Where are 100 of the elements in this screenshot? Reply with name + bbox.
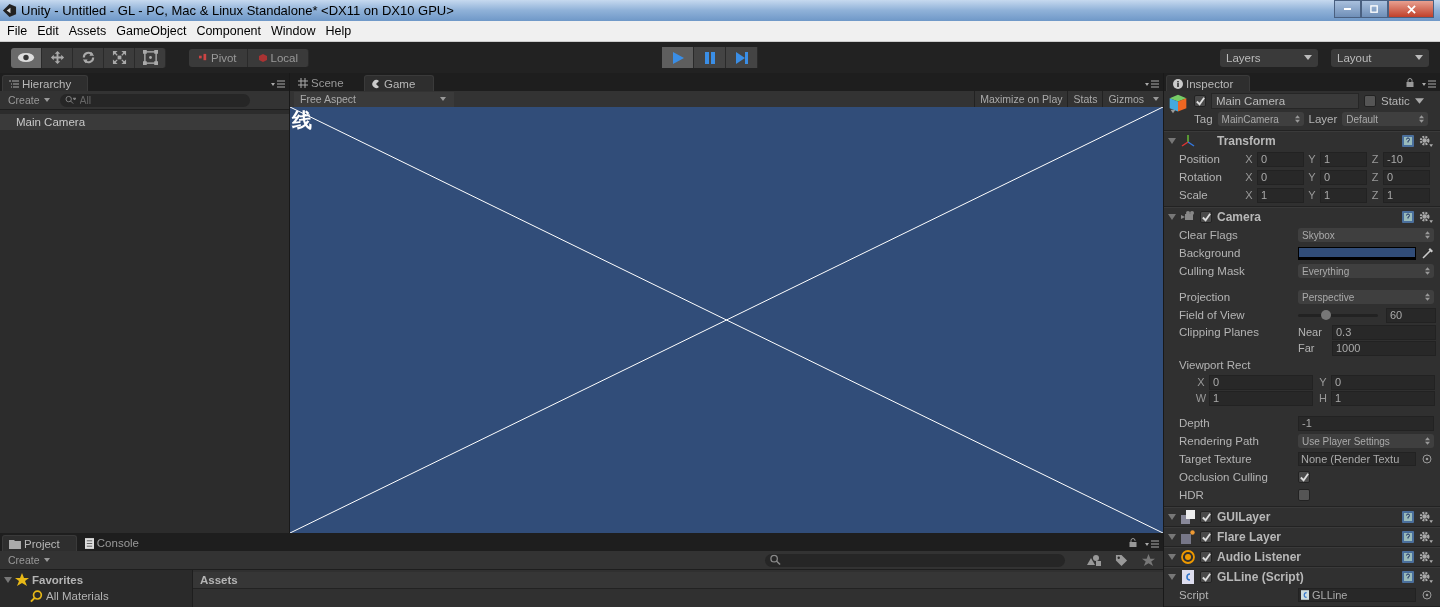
tag-dropdown[interactable]: MainCamera <box>1217 112 1304 126</box>
inspector-tab[interactable]: Inspector <box>1166 75 1251 91</box>
component-header[interactable]: Audio Listener <box>1164 547 1440 566</box>
favorites-search-item[interactable]: All Materials <box>46 590 109 602</box>
gear-icon[interactable] <box>1419 510 1434 524</box>
number-field[interactable]: 0.3 <box>1332 324 1436 340</box>
search-field[interactable] <box>765 553 1065 567</box>
search-field[interactable]: All <box>59 93 250 107</box>
menu-item[interactable]: GameObject <box>111 24 192 38</box>
minimize-button[interactable] <box>1334 0 1361 18</box>
tool-button[interactable] <box>11 47 42 68</box>
menu-item[interactable]: Edit <box>32 24 64 38</box>
component-header[interactable]: GLLine (Script) <box>1164 567 1440 586</box>
console-tab[interactable]: Console <box>78 535 155 551</box>
hierarchy-tab[interactable]: Hierarchy <box>2 75 89 91</box>
panel-menu-icon[interactable] <box>271 80 285 88</box>
shapes-filter-icon[interactable] <box>1087 554 1101 566</box>
local-button[interactable]: Local <box>247 48 310 67</box>
slider-thumb[interactable] <box>1321 309 1331 320</box>
number-field[interactable]: 60 <box>1386 307 1436 323</box>
property-dropdown[interactable]: Perspective <box>1298 290 1434 304</box>
number-field[interactable]: 1 <box>1320 151 1367 167</box>
number-field[interactable]: 1000 <box>1332 340 1436 356</box>
help-book-icon[interactable] <box>1402 511 1414 523</box>
number-field[interactable]: 1 <box>1383 187 1430 203</box>
component-checkbox[interactable] <box>1200 531 1212 543</box>
scene-tab[interactable]: Scene <box>292 75 362 91</box>
playback-button[interactable] <box>662 47 695 68</box>
game-tab[interactable]: Game <box>364 75 434 91</box>
number-field[interactable]: 0 <box>1383 169 1430 185</box>
number-field[interactable]: 0 <box>1257 151 1304 167</box>
maximize-button[interactable] <box>1361 0 1388 18</box>
menu-item[interactable]: File <box>2 24 33 38</box>
component-header[interactable]: GUILayer <box>1164 507 1440 526</box>
gear-icon[interactable] <box>1419 570 1434 584</box>
number-field[interactable]: 0 <box>1320 169 1367 185</box>
number-field[interactable]: 1 <box>1320 187 1367 203</box>
component-checkbox[interactable] <box>1200 571 1212 583</box>
help-book-icon[interactable] <box>1402 571 1414 583</box>
component-checkbox[interactable] <box>1200 211 1212 223</box>
property-checkbox[interactable] <box>1298 471 1310 483</box>
pivot-button[interactable]: Pivot <box>189 48 248 67</box>
layer-dropdown[interactable]: Default <box>1342 112 1429 126</box>
tool-button[interactable] <box>104 47 135 68</box>
number-field[interactable]: 0 <box>1257 169 1304 185</box>
layout-dropdown[interactable]: Layout <box>1331 48 1429 67</box>
component-header[interactable]: Camera <box>1164 207 1440 226</box>
fold-arrow-icon[interactable] <box>1168 534 1176 540</box>
component-header[interactable]: Flare Layer <box>1164 527 1440 546</box>
object-field[interactable]: None (Render Textu <box>1298 452 1416 466</box>
object-field[interactable]: GLLine <box>1298 588 1416 602</box>
component-checkbox[interactable] <box>1200 511 1212 523</box>
object-name-field[interactable]: Main Camera <box>1211 93 1359 109</box>
number-field[interactable]: -10 <box>1383 151 1430 167</box>
create-dropdown[interactable]: Create <box>4 554 54 566</box>
menu-item[interactable]: Assets <box>63 24 112 38</box>
eyedropper-icon[interactable] <box>1422 247 1434 259</box>
gear-icon[interactable] <box>1419 550 1434 564</box>
playback-button[interactable] <box>726 47 759 68</box>
property-dropdown[interactable]: Skybox <box>1298 228 1434 242</box>
property-checkbox[interactable] <box>1298 489 1310 501</box>
menu-item[interactable]: Component <box>191 24 266 38</box>
component-checkbox[interactable] <box>1200 551 1212 563</box>
number-field[interactable]: 0 <box>1209 374 1313 390</box>
lock-icon[interactable] <box>1406 78 1414 87</box>
gear-icon[interactable] <box>1419 134 1434 148</box>
caret-icon[interactable] <box>1414 98 1424 104</box>
lock-icon[interactable] <box>1129 538 1137 547</box>
object-picker-icon[interactable] <box>1422 454 1432 464</box>
star-icon[interactable] <box>1142 553 1155 567</box>
component-header[interactable]: Transform <box>1164 131 1440 150</box>
static-checkbox[interactable] <box>1364 95 1376 107</box>
number-field[interactable]: 0 <box>1331 374 1435 390</box>
tool-button[interactable] <box>42 47 73 68</box>
active-checkbox[interactable] <box>1194 95 1206 107</box>
project-tab[interactable]: Project <box>2 535 77 551</box>
playback-button[interactable] <box>694 47 727 68</box>
number-field[interactable]: -1 <box>1298 415 1434 431</box>
gear-icon[interactable] <box>1419 210 1434 224</box>
number-field[interactable]: 1 <box>1209 390 1313 406</box>
gear-icon[interactable] <box>1419 530 1434 544</box>
property-dropdown[interactable]: Everything <box>1298 264 1434 278</box>
favorites-item[interactable]: Favorites <box>32 574 84 586</box>
aspect-dropdown[interactable]: Free Aspect <box>294 91 454 107</box>
expand-arrow-icon[interactable] <box>4 576 12 584</box>
layers-dropdown[interactable]: Layers <box>1220 48 1318 67</box>
tool-button[interactable] <box>135 47 166 68</box>
help-book-icon[interactable] <box>1402 135 1414 147</box>
menu-item[interactable]: Window <box>266 24 321 38</box>
hierarchy-item[interactable]: Main Camera <box>0 114 289 130</box>
panel-menu-icon[interactable] <box>1422 80 1436 88</box>
menu-item[interactable]: Help <box>320 24 357 38</box>
create-dropdown[interactable]: Create <box>4 94 54 106</box>
help-book-icon[interactable] <box>1402 531 1414 543</box>
fold-arrow-icon[interactable] <box>1168 514 1176 520</box>
fold-arrow-icon[interactable] <box>1168 138 1176 144</box>
number-field[interactable]: 1 <box>1257 187 1304 203</box>
number-field[interactable]: 1 <box>1331 390 1435 406</box>
close-button[interactable] <box>1388 0 1434 18</box>
object-picker-icon[interactable] <box>1422 590 1432 600</box>
